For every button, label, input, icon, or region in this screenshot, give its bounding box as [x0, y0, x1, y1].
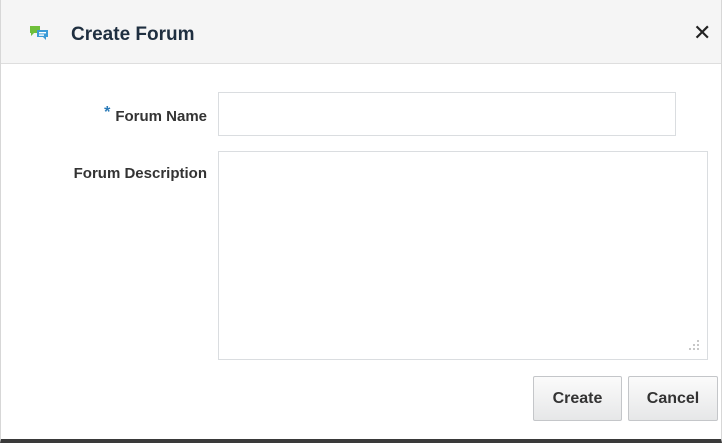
forum-speech-bubbles-icon — [30, 26, 48, 40]
create-forum-dialog: Create Forum ✕ * Forum Name Forum Descrip… — [0, 0, 722, 443]
dialog-title: Create Forum — [71, 24, 195, 45]
resize-grip-icon[interactable] — [688, 339, 700, 351]
forum-name-label-text: Forum Name — [115, 108, 207, 125]
forum-name-input[interactable] — [218, 92, 676, 136]
forum-description-textarea[interactable] — [218, 151, 708, 360]
forum-name-label: * Forum Name — [1, 104, 207, 126]
cancel-button[interactable]: Cancel — [628, 376, 718, 421]
required-indicator: * — [104, 104, 111, 121]
dialog-header: Create Forum ✕ — [1, 0, 721, 64]
create-button[interactable]: Create — [533, 376, 622, 421]
close-icon[interactable]: ✕ — [693, 22, 711, 44]
forum-description-label: Forum Description — [73, 165, 207, 182]
